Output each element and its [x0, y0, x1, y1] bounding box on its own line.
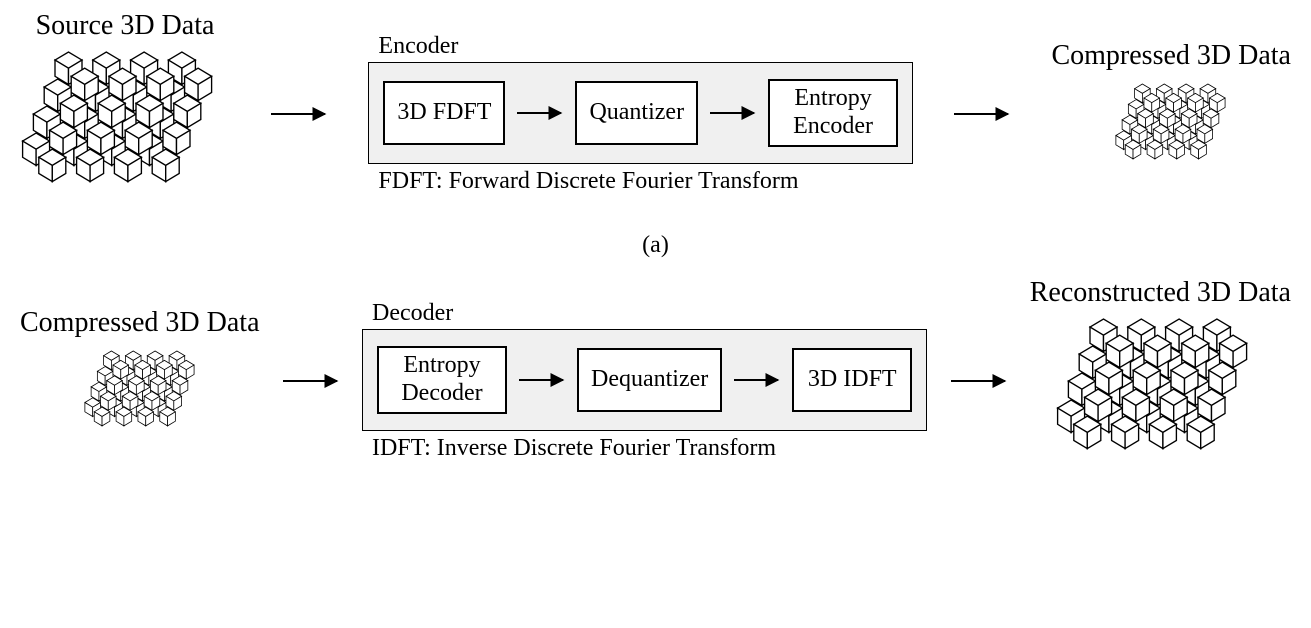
arrow-icon	[732, 370, 782, 390]
compressed-data-col: Compressed 3D Data	[1051, 40, 1291, 188]
reconstructed-title: Reconstructed 3D Data	[1030, 277, 1291, 309]
fdft-caption: FDFT: Forward Discrete Fourier Transform	[378, 168, 798, 195]
compressed-title-b: Compressed 3D Data	[20, 307, 260, 339]
compressed-cube-icon	[70, 345, 210, 455]
encoder-row: Source 3D Data Encoder 3D FDFT	[20, 10, 1291, 218]
source-cube-icon	[20, 48, 230, 218]
arrow-icon	[515, 103, 565, 123]
compressed-title-a: Compressed 3D Data	[1051, 40, 1291, 72]
source-data-col: Source 3D Data	[20, 10, 230, 218]
fdft-block: 3D FDFT	[383, 81, 505, 145]
dequantizer-block: Dequantizer	[577, 348, 722, 412]
arrow-icon	[281, 371, 341, 391]
entropy-encoder-block: EntropyEncoder	[768, 79, 898, 146]
entropy-decoder-block: EntropyDecoder	[377, 346, 507, 413]
decoder-row: Compressed 3D Data Decoder EntropyDecode…	[20, 277, 1291, 485]
arrow-icon	[949, 371, 1009, 391]
decoder-pipeline-wrap: Decoder EntropyDecoder Dequantizer 3D ID…	[362, 300, 927, 461]
quantizer-block: Quantizer	[575, 81, 698, 145]
idft-block: 3D IDFT	[792, 348, 912, 412]
arrow-icon	[708, 103, 758, 123]
source-title: Source 3D Data	[36, 10, 215, 42]
sublabel-a: (a)	[20, 232, 1291, 259]
arrow-icon	[517, 370, 567, 390]
encoder-label: Encoder	[378, 33, 458, 60]
compressed-cube-icon	[1101, 78, 1241, 188]
arrow-icon	[952, 104, 1012, 124]
reconstructed-cube-icon	[1055, 315, 1265, 485]
idft-caption: IDFT: Inverse Discrete Fourier Transform	[372, 435, 776, 462]
compressed-data-col-b: Compressed 3D Data	[20, 307, 260, 455]
decoder-box: EntropyDecoder Dequantizer 3D IDFT	[362, 329, 927, 430]
arrow-icon	[269, 104, 329, 124]
encoder-pipeline-wrap: Encoder 3D FDFT Quantizer EntropyEncoder…	[368, 33, 913, 194]
reconstructed-data-col: Reconstructed 3D Data	[1030, 277, 1291, 485]
encoder-box: 3D FDFT Quantizer EntropyEncoder	[368, 62, 913, 163]
decoder-label: Decoder	[372, 300, 453, 327]
